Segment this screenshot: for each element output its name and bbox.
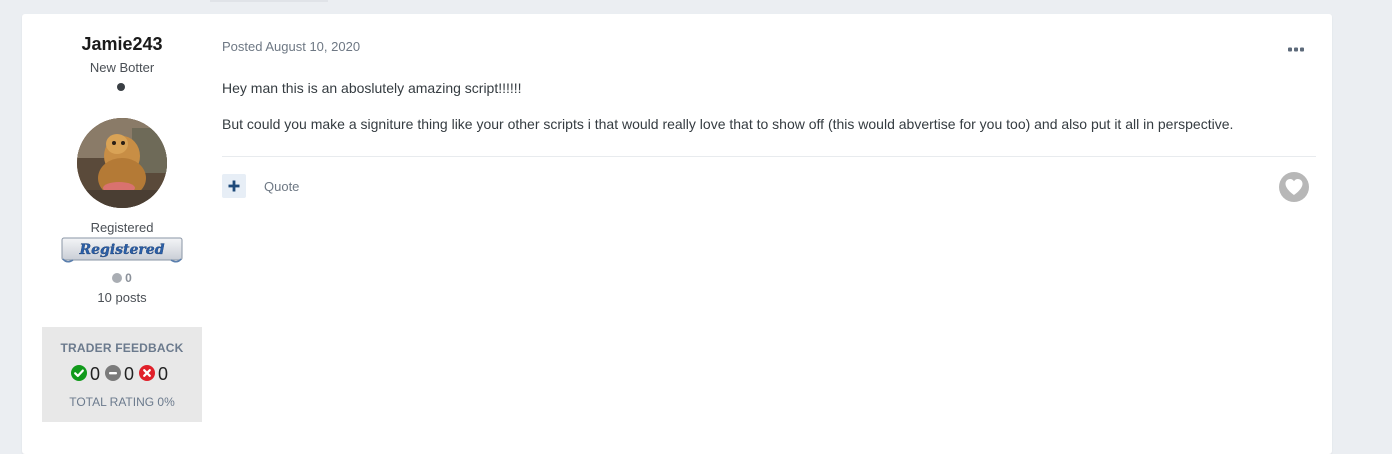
online-status-icon: [117, 83, 125, 91]
badge-text: Registered: [79, 242, 165, 258]
quote-button[interactable]: Quote: [264, 179, 299, 194]
more-horizontal-icon[interactable]: [1287, 41, 1305, 52]
minus-circle-icon: [104, 365, 121, 381]
x-circle-icon: [139, 365, 155, 381]
trader-feedback-title: TRADER FEEDBACK: [60, 341, 184, 355]
post-content: Hey man this is an aboslutely amazing sc…: [222, 80, 1322, 152]
reputation-count: 0: [125, 271, 132, 285]
post-paragraph: Hey man this is an aboslutely amazing sc…: [222, 80, 522, 96]
plus-icon: [228, 180, 240, 192]
post-divider: [222, 156, 1316, 157]
neutral-count: 0: [123, 364, 134, 384]
reputation: 0: [22, 271, 222, 285]
trader-feedback-box[interactable]: TRADER FEEDBACK 0 0 0 TOTAL RATING 0%: [42, 327, 202, 422]
author-title: New Botter: [89, 60, 155, 75]
post-paragraph: But could you make a signiture thing lik…: [222, 116, 1234, 132]
heart-icon: [1285, 179, 1303, 195]
multiquote-plus-button[interactable]: [222, 174, 246, 198]
trader-total-rating: TOTAL RATING 0%: [69, 395, 175, 409]
reputation-icon: [112, 273, 123, 283]
trader-feedback-counts: 0 0 0: [42, 364, 202, 385]
negative-count: 0: [158, 364, 169, 384]
post-card: Jamie243 New Botter Registered Registere…: [22, 14, 1332, 454]
group-badge-image: Registered: [61, 237, 183, 265]
post-date[interactable]: Posted August 10, 2020: [222, 39, 360, 54]
like-button[interactable]: [1279, 172, 1309, 202]
group-name: Registered: [90, 220, 154, 235]
avatar[interactable]: [77, 118, 167, 208]
post-count: 10 posts: [97, 290, 147, 305]
positive-count: 0: [89, 364, 100, 384]
tab-indicator: [210, 0, 328, 2]
check-circle-icon: [70, 365, 87, 381]
author-name[interactable]: Jamie243: [22, 34, 222, 55]
